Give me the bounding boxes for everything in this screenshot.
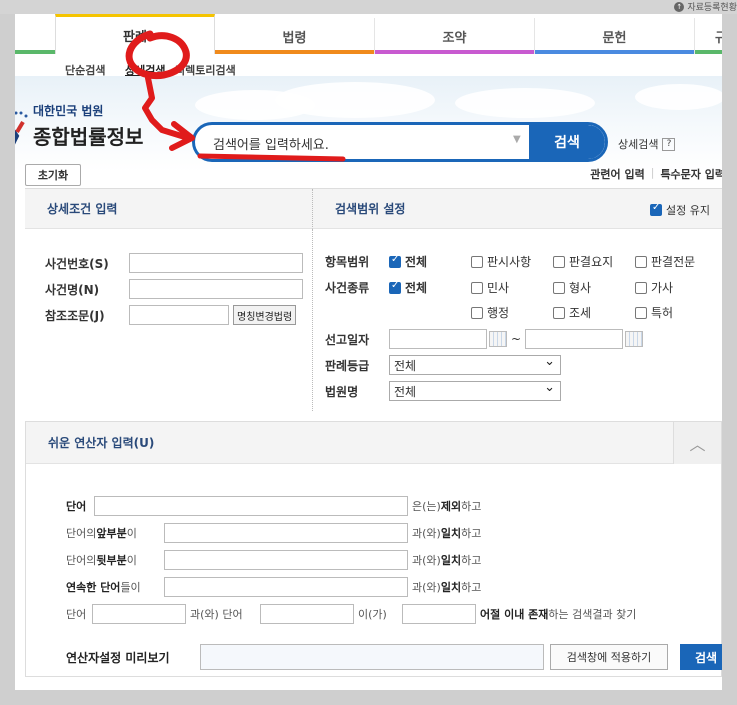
tab-precedent[interactable]: 판례 xyxy=(55,14,215,54)
near-word1-input[interactable] xyxy=(92,604,186,624)
near-distance-input[interactable] xyxy=(402,604,476,624)
renamed-law-button[interactable]: 명칭변경법령 xyxy=(233,305,297,325)
main-tabs: 판례 법령 조약 문헌 규 xyxy=(15,14,722,56)
case-type-row-2: 행정 조세 특허 xyxy=(325,304,717,321)
case-name-input[interactable] xyxy=(129,279,303,299)
phrase-input[interactable] xyxy=(164,577,408,597)
court-emblem-icon xyxy=(15,106,33,146)
prefix-row: 단어의 앞부분 이 과(와) 일치 하고 xyxy=(66,523,481,543)
date-row: 선고일자 ~ xyxy=(325,329,644,349)
help-icon[interactable]: ? xyxy=(662,137,676,151)
scope-row: 항목범위 전체 판시사항 판결요지 판결전문 xyxy=(325,253,717,270)
operator-panel: 쉬운 연산자 입력(U) ︿ 단어 은(는) 제외 하고 단어의 앞부분 이 과(와… xyxy=(25,421,722,677)
preview-row: 연산자설정 미리보기 검색창에 적용하기 검색 xyxy=(66,644,722,670)
suffix-input[interactable] xyxy=(164,550,408,570)
near-row: 단어 과(와) 단어 이(가) 어절 이내 존재 하는 검색결과 찾기 xyxy=(66,604,636,624)
main-search-box[interactable]: 검색어를 입력하세요. ▼ 검색 xyxy=(192,122,608,162)
scope-fulltext[interactable]: 판결전문 xyxy=(635,253,717,270)
near-word2-input[interactable] xyxy=(260,604,354,624)
type-criminal[interactable]: 형사 xyxy=(553,279,635,296)
date-from-input[interactable] xyxy=(389,329,487,349)
grade-select[interactable]: 전체 xyxy=(389,354,561,375)
tab-literature[interactable]: 문헌 xyxy=(535,18,695,54)
special-char-link[interactable]: 특수문자 입력 xyxy=(660,166,722,182)
suffix-row: 단어의 뒷부분 이 과(와) 일치 하고 xyxy=(66,550,481,570)
input-helper-links: 관련어 입력 | 특수문자 입력 xyxy=(590,166,722,182)
keep-settings-checkbox[interactable]: 설정 유지 xyxy=(650,202,710,218)
detail-search-link[interactable]: 상세검색 ? xyxy=(618,136,676,152)
reference-article-row: 참조조문(J) 명칭변경법령 xyxy=(45,305,297,325)
checkbox-icon xyxy=(650,202,663,216)
tab-rules[interactable]: 규 xyxy=(695,18,722,54)
reference-article-input[interactable] xyxy=(129,305,229,325)
logo-title: 종합법률정보 xyxy=(33,125,144,149)
top-utility-bar: ↑ 자료등록현황 xyxy=(0,0,737,14)
type-tax[interactable]: 조세 xyxy=(553,304,635,321)
type-family[interactable]: 가사 xyxy=(635,279,717,296)
phrase-row: 연속한 단어 들이 과(와) 일치 하고 xyxy=(66,577,481,597)
scope-all[interactable]: 전체 xyxy=(389,253,471,270)
type-civil[interactable]: 민사 xyxy=(471,279,553,296)
search-hero: 대한민국 법원 종합법률정보 검색어를 입력하세요. ▼ 검색 상세검색 ? xyxy=(15,76,722,172)
case-number-input[interactable] xyxy=(129,253,303,273)
court-logo[interactable]: 대한민국 법원 종합법률정보 xyxy=(15,102,143,150)
apply-to-search-button[interactable]: 검색창에 적용하기 xyxy=(550,644,668,670)
tab-law[interactable]: 법령 xyxy=(215,18,375,54)
page: 판례 법령 조약 문헌 규 단순검색 상세검색 디렉토리검색 대한민국 법원 종… xyxy=(15,14,722,690)
related-word-link[interactable]: 관련어 입력 xyxy=(590,166,644,182)
collapse-chevron-up-icon[interactable]: ︿ xyxy=(673,422,721,464)
date-to-input[interactable] xyxy=(525,329,624,349)
court-row: 법원명 전체 xyxy=(325,380,561,401)
scope-holdings[interactable]: 판시사항 xyxy=(471,253,553,270)
preview-field xyxy=(200,644,544,670)
right-panel-title: 검색범위 설정 설정 유지 xyxy=(312,189,722,229)
operator-search-button[interactable]: 검색 xyxy=(680,644,722,670)
tab-treaty[interactable]: 조약 xyxy=(375,18,535,54)
search-dropdown-icon[interactable]: ▼ xyxy=(513,134,521,145)
reset-button[interactable]: 초기화 xyxy=(25,164,81,186)
case-number-row: 사건번호(S) xyxy=(45,253,303,273)
court-select[interactable]: 전체 xyxy=(389,380,561,401)
condition-panel: 상세조건 입력 검색범위 설정 설정 유지 사건번호(S) 사건명(N) 참조조… xyxy=(25,188,722,411)
prefix-input[interactable] xyxy=(164,523,408,543)
type-all[interactable]: 전체 xyxy=(389,279,471,296)
scope-summary[interactable]: 판결요지 xyxy=(553,253,635,270)
exclude-input[interactable] xyxy=(94,496,408,516)
search-button[interactable]: 검색 xyxy=(529,125,605,159)
exclude-row: 단어 은(는) 제외 하고 xyxy=(66,496,481,516)
download-icon: ↑ xyxy=(674,1,685,12)
type-patent[interactable]: 특허 xyxy=(635,304,717,321)
grade-row: 판례등급 전체 xyxy=(325,354,561,375)
calendar-icon[interactable] xyxy=(625,331,644,347)
case-name-row: 사건명(N) xyxy=(45,279,303,299)
left-panel-title: 상세조건 입력 xyxy=(25,189,312,229)
util-link[interactable]: ↑ 자료등록현황 xyxy=(674,0,737,13)
calendar-icon[interactable] xyxy=(489,331,507,347)
search-input[interactable]: 검색어를 입력하세요. xyxy=(213,134,329,153)
logo-subtitle: 대한민국 법원 xyxy=(33,104,104,118)
type-admin[interactable]: 행정 xyxy=(471,304,553,321)
case-type-row: 사건종류 전체 민사 형사 가사 xyxy=(325,279,717,296)
operator-title: 쉬운 연산자 입력(U) xyxy=(26,422,721,464)
